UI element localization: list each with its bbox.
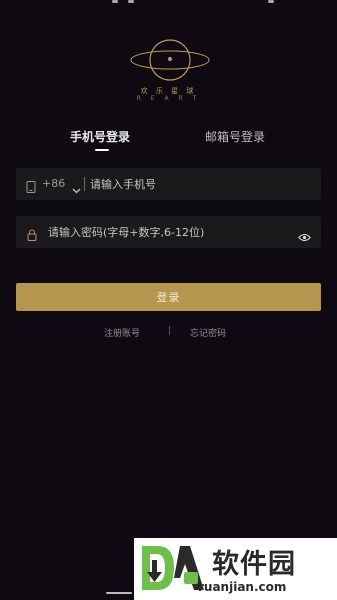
phone-input[interactable] (90, 168, 310, 200)
home-indicator (106, 592, 132, 594)
field-divider (84, 177, 85, 191)
watermark-brand-en: ruanjian.com (198, 580, 287, 594)
login-button[interactable]: 登录 (16, 283, 321, 311)
watermark-logo-icon (142, 546, 204, 590)
forgot-password-link[interactable]: 忘记密码 (190, 326, 226, 339)
watermark: 软件园 ruanjian.com (134, 538, 337, 600)
brand-name-en: R E A R T (136, 95, 201, 102)
chevron-down-icon[interactable] (72, 179, 81, 198)
phone-icon (26, 178, 36, 197)
tab-phone-login[interactable]: 手机号登录 (70, 128, 130, 145)
phone-field: +86 (16, 168, 321, 200)
status-indicator (112, 0, 118, 3)
eye-icon[interactable] (298, 227, 311, 246)
login-tabs: 手机号登录 邮箱号登录 (0, 128, 337, 154)
register-link[interactable]: 注册账号 (104, 326, 140, 339)
auth-links: 注册账号 | 忘记密码 (0, 326, 337, 340)
password-input[interactable] (48, 216, 308, 248)
watermark-brand-cn: 软件园 (212, 549, 296, 580)
lock-icon (27, 226, 37, 245)
tab-email-login[interactable]: 邮箱号登录 (205, 128, 265, 145)
country-code[interactable]: +86 (42, 177, 65, 190)
status-indicator (268, 0, 274, 3)
status-indicator (128, 0, 134, 3)
password-field (16, 216, 321, 248)
links-divider: | (168, 326, 172, 336)
active-tab-indicator (95, 149, 109, 151)
status-bar (0, 0, 337, 14)
